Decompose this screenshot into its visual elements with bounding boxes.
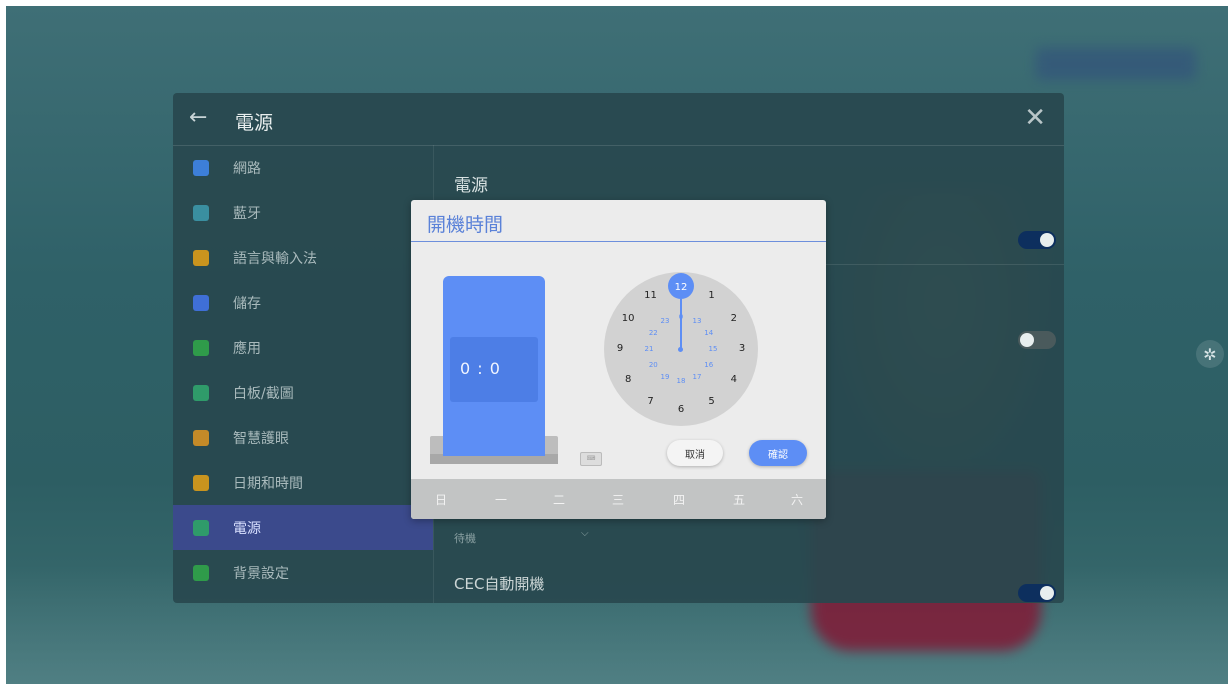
standby-value: 待機: [454, 532, 476, 545]
panel-header: ← 電源 ✕: [173, 93, 1064, 146]
clock-hour-number[interactable]: 5: [702, 395, 722, 409]
back-arrow-icon[interactable]: ←: [189, 105, 207, 130]
floating-tool-button[interactable]: ✲: [1196, 340, 1224, 368]
keyboard-icon: [193, 249, 209, 266]
clock-hour-number[interactable]: 9: [610, 342, 630, 356]
storage-icon: [193, 294, 209, 311]
clock-center: [678, 347, 683, 352]
toggle-switch-1[interactable]: [1018, 231, 1056, 249]
dialog-title: 開機時間: [427, 214, 504, 236]
image-icon: [193, 564, 209, 581]
sidebar-item-label: 網路: [233, 160, 261, 177]
sidebar-item-label: 儲存: [233, 295, 261, 312]
sidebar-item[interactable]: 背景設定: [173, 550, 433, 595]
clock-hour-number[interactable]: 11: [641, 289, 661, 303]
weekday-toggle[interactable]: 三: [612, 491, 624, 508]
globe-icon: [193, 159, 209, 176]
toggle-switch-cec[interactable]: [1018, 584, 1056, 602]
title-divider: [411, 241, 826, 242]
sidebar-item[interactable]: 網路: [173, 145, 433, 190]
clock-inner-hour-number[interactable]: 20: [643, 358, 663, 372]
sidebar-item[interactable]: 語言與輸入法: [173, 235, 433, 280]
sidebar-item[interactable]: 應用: [173, 325, 433, 370]
weekday-bar: 日一二三四五六: [411, 479, 826, 519]
close-icon[interactable]: ✕: [1024, 103, 1046, 133]
page-title: 電源: [235, 112, 274, 134]
clock-hour-number[interactable]: 1: [702, 289, 722, 303]
cec-auto-power-label: CEC自動開機: [454, 575, 545, 593]
weekday-toggle[interactable]: 五: [733, 491, 745, 508]
weekday-toggle[interactable]: 四: [673, 491, 685, 508]
background-blur-shape: [1036, 48, 1196, 80]
sparkle-icon: ✲: [1203, 344, 1217, 364]
clock-inner-hour-number[interactable]: 14: [699, 326, 719, 340]
sidebar-item[interactable]: 日期和時間: [173, 460, 433, 505]
sidebar-item-label: 智慧護眼: [233, 430, 289, 447]
whiteboard-icon: [193, 384, 209, 401]
clock-hand: [680, 299, 682, 349]
sidebar-item[interactable]: 白板/截圖: [173, 370, 433, 415]
sidebar-item-label: 電源: [233, 520, 261, 537]
bluetooth-icon: [193, 204, 209, 221]
toggle-switch-2[interactable]: [1018, 331, 1056, 349]
calendar-icon: [193, 474, 209, 491]
clock-hour-number[interactable]: 7: [641, 395, 661, 409]
clock-inner-hour-number[interactable]: 23: [655, 314, 675, 328]
power-icon: [193, 519, 209, 536]
clock-hour-number[interactable]: 4: [724, 373, 744, 387]
sidebar-item-label: 背景設定: [233, 565, 289, 582]
clock-hour-number[interactable]: 6: [671, 403, 691, 417]
sidebar-item[interactable]: 智慧護眼: [173, 415, 433, 460]
clock-hour-number[interactable]: 10: [618, 312, 638, 326]
clock-inner-hour-number[interactable]: 15: [703, 342, 723, 356]
weekday-toggle[interactable]: 六: [791, 491, 803, 508]
sidebar-item-label: 藍牙: [233, 205, 261, 222]
power-on-time-dialog: 開機時間 0 : 0 ⌨ 12 1 2 3 4 5 6 7 8 9 10 11 0 13 14 15 16 17 1…: [411, 200, 826, 519]
sidebar-item[interactable]: 電源: [173, 505, 433, 550]
sidebar-item-label: 語言與輸入法: [233, 250, 317, 267]
sidebar-item[interactable]: 儲存: [173, 280, 433, 325]
sidebar-item-label: 日期和時間: [233, 475, 303, 492]
device-illustration-tail: [443, 436, 545, 456]
clock-hour-number[interactable]: 3: [732, 342, 752, 356]
weekday-toggle[interactable]: 日: [435, 491, 447, 508]
confirm-button[interactable]: 確認: [749, 440, 807, 466]
weekday-toggle[interactable]: 一: [495, 491, 507, 508]
apps-icon: [193, 339, 209, 356]
keyboard-toggle-icon[interactable]: ⌨: [580, 452, 602, 466]
sidebar-item-label: 白板/截圖: [233, 385, 294, 402]
sidebar-item[interactable]: 藍牙: [173, 190, 433, 235]
settings-sidebar: 網路藍牙語言與輸入法 儲存應用白板/截圖智慧護眼日期和時間電源背景設定: [173, 145, 433, 603]
section-title: 電源: [454, 176, 488, 196]
eye-icon: [193, 429, 209, 446]
clock-hour-number[interactable]: 8: [618, 373, 638, 387]
clock-inner-hour-number[interactable]: 21: [639, 342, 659, 356]
chevron-down-icon[interactable]: ⌵: [581, 528, 589, 539]
time-value: 0 : 0: [460, 359, 501, 378]
weekday-toggle[interactable]: 二: [553, 491, 565, 508]
cancel-button[interactable]: 取消: [667, 440, 723, 466]
clock-hour-number[interactable]: 2: [724, 312, 744, 326]
clock-hour-number[interactable]: 12: [671, 281, 691, 295]
sidebar-item-label: 應用: [233, 340, 261, 357]
clock-face[interactable]: 12 1 2 3 4 5 6 7 8 9 10 11 0 13 14 15 16 17 18 19 20 21 22 23: [604, 272, 758, 426]
time-display[interactable]: 0 : 0: [450, 337, 538, 402]
